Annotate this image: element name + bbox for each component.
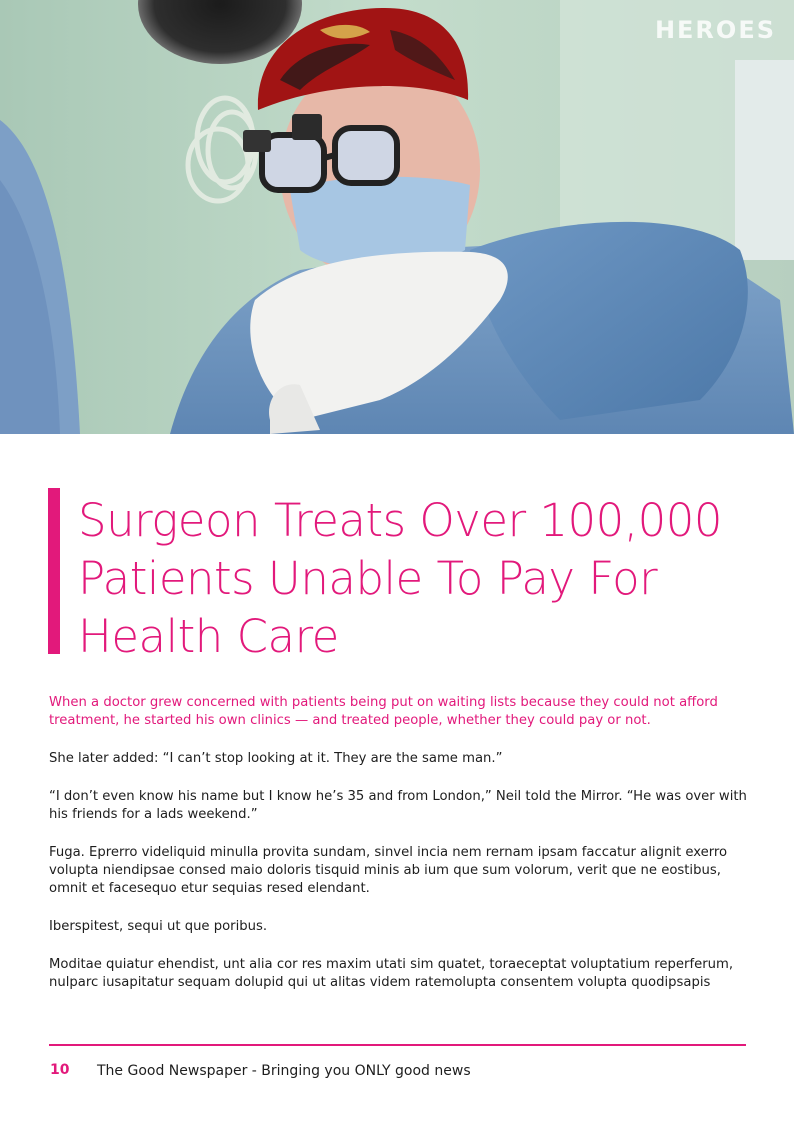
- article-lead: When a doctor grew concerned with patien…: [49, 695, 718, 728]
- article-paragraph: She later added: “I can’t stop looking a…: [49, 751, 503, 766]
- article-paragraph: Fuga. Eprerro videliquid minulla provita…: [49, 845, 728, 896]
- article-headline: Surgeon Treats Over 100,000 Patients Una…: [78, 494, 723, 663]
- surgeon-illustration: [0, 0, 794, 434]
- article-body: When a doctor grew concerned with patien…: [49, 694, 749, 1012]
- footer-tagline: The Good Newspaper - Bringing you ONLY g…: [97, 1063, 471, 1079]
- page-number: 10: [50, 1062, 70, 1078]
- footer-divider: [49, 1044, 746, 1046]
- headline-accent-bar: [48, 488, 60, 654]
- hero-photo: HEROES: [0, 0, 794, 434]
- article-paragraph: “I don’t even know his name but I know h…: [49, 789, 747, 822]
- heroes-watermark: HEROES: [654, 16, 776, 44]
- article-paragraph: Moditae quiatur ehendist, unt alia cor r…: [49, 957, 734, 990]
- article-paragraph: Iberspitest, sequi ut que poribus.: [49, 919, 268, 934]
